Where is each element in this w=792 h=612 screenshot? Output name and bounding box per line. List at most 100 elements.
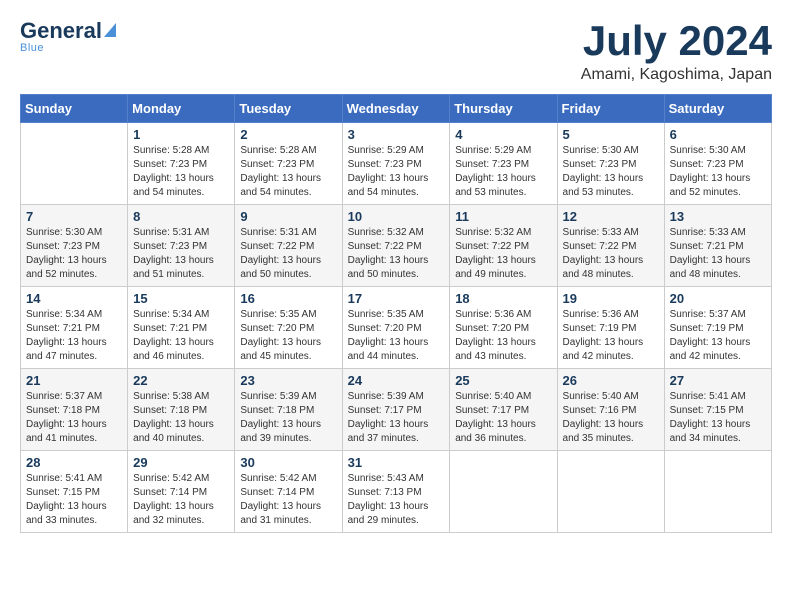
logo-arrow-icon: [104, 23, 116, 37]
table-row: 25 Sunrise: 5:40 AMSunset: 7:17 PMDayligh…: [450, 369, 557, 451]
day-info: Sunrise: 5:30 AMSunset: 7:23 PMDaylight:…: [26, 226, 122, 282]
table-row: 21 Sunrise: 5:37 AMSunset: 7:18 PMDayligh…: [21, 369, 128, 451]
day-info: Sunrise: 5:39 AMSunset: 7:17 PMDaylight:…: [348, 390, 445, 446]
day-info: Sunrise: 5:30 AMSunset: 7:23 PMDaylight:…: [670, 144, 766, 200]
day-number: 21: [26, 373, 122, 388]
day-number: 28: [26, 455, 122, 470]
table-row: 15 Sunrise: 5:34 AMSunset: 7:21 PMDayligh…: [128, 287, 235, 369]
day-number: 24: [348, 373, 445, 388]
day-info: Sunrise: 5:42 AMSunset: 7:14 PMDaylight:…: [240, 472, 336, 528]
day-info: Sunrise: 5:37 AMSunset: 7:19 PMDaylight:…: [670, 308, 766, 364]
day-number: 15: [133, 291, 229, 306]
col-friday: Friday: [557, 95, 664, 123]
table-row: 24 Sunrise: 5:39 AMSunset: 7:17 PMDayligh…: [342, 369, 450, 451]
table-row: 17 Sunrise: 5:35 AMSunset: 7:20 PMDayligh…: [342, 287, 450, 369]
day-number: 26: [563, 373, 659, 388]
title-block: July 2024 Amami, Kagoshima, Japan: [581, 20, 772, 84]
logo-text-blue: Blue: [20, 42, 44, 54]
day-info: Sunrise: 5:36 AMSunset: 7:20 PMDaylight:…: [455, 308, 551, 364]
table-row: 16 Sunrise: 5:35 AMSunset: 7:20 PMDayligh…: [235, 287, 342, 369]
day-info: Sunrise: 5:41 AMSunset: 7:15 PMDaylight:…: [670, 390, 766, 446]
day-info: Sunrise: 5:40 AMSunset: 7:17 PMDaylight:…: [455, 390, 551, 446]
day-info: Sunrise: 5:31 AMSunset: 7:22 PMDaylight:…: [240, 226, 336, 282]
table-row: 27 Sunrise: 5:41 AMSunset: 7:15 PMDayligh…: [664, 369, 771, 451]
table-row: 29 Sunrise: 5:42 AMSunset: 7:14 PMDayligh…: [128, 451, 235, 533]
day-info: Sunrise: 5:34 AMSunset: 7:21 PMDaylight:…: [133, 308, 229, 364]
calendar-week-row: 14 Sunrise: 5:34 AMSunset: 7:21 PMDayligh…: [21, 287, 772, 369]
day-number: 8: [133, 209, 229, 224]
col-wednesday: Wednesday: [342, 95, 450, 123]
day-number: 10: [348, 209, 445, 224]
day-number: 16: [240, 291, 336, 306]
table-row: 5Sunrise: 5:30 AMSunset: 7:23 PMDaylight…: [557, 123, 664, 205]
day-number: 2: [240, 127, 336, 142]
calendar-week-row: 7 Sunrise: 5:30 AMSunset: 7:23 PMDaylight…: [21, 205, 772, 287]
day-number: 3: [348, 127, 445, 142]
table-row: 11 Sunrise: 5:32 AMSunset: 7:22 PMDayligh…: [450, 205, 557, 287]
col-tuesday: Tuesday: [235, 95, 342, 123]
day-number: 25: [455, 373, 551, 388]
day-info: Sunrise: 5:29 AMSunset: 7:23 PMDaylight:…: [348, 144, 445, 200]
day-number: 23: [240, 373, 336, 388]
col-sunday: Sunday: [21, 95, 128, 123]
page-header: General Blue July 2024 Amami, Kagoshima,…: [20, 20, 772, 84]
day-info: Sunrise: 5:30 AMSunset: 7:23 PMDaylight:…: [563, 144, 659, 200]
table-row: 9 Sunrise: 5:31 AMSunset: 7:22 PMDaylight…: [235, 205, 342, 287]
table-row: 14Sunrise: 5:34 AMSunset: 7:21 PMDayligh…: [21, 287, 128, 369]
table-row: 20 Sunrise: 5:37 AMSunset: 7:19 PMDayligh…: [664, 287, 771, 369]
day-info: Sunrise: 5:32 AMSunset: 7:22 PMDaylight:…: [348, 226, 445, 282]
day-info: Sunrise: 5:37 AMSunset: 7:18 PMDaylight:…: [26, 390, 122, 446]
day-number: 11: [455, 209, 551, 224]
calendar-week-row: 1 Sunrise: 5:28 AMSunset: 7:23 PMDaylight…: [21, 123, 772, 205]
day-info: Sunrise: 5:28 AMSunset: 7:23 PMDaylight:…: [240, 144, 336, 200]
table-row: 2 Sunrise: 5:28 AMSunset: 7:23 PMDaylight…: [235, 123, 342, 205]
day-info: Sunrise: 5:42 AMSunset: 7:14 PMDaylight:…: [133, 472, 229, 528]
day-number: 18: [455, 291, 551, 306]
day-number: 14: [26, 291, 122, 306]
day-info: Sunrise: 5:29 AMSunset: 7:23 PMDaylight:…: [455, 144, 551, 200]
table-row: 3 Sunrise: 5:29 AMSunset: 7:23 PMDaylight…: [342, 123, 450, 205]
table-row: 6Sunrise: 5:30 AMSunset: 7:23 PMDaylight…: [664, 123, 771, 205]
table-row: 18 Sunrise: 5:36 AMSunset: 7:20 PMDayligh…: [450, 287, 557, 369]
day-number: 19: [563, 291, 659, 306]
day-number: 20: [670, 291, 766, 306]
day-info: Sunrise: 5:43 AMSunset: 7:13 PMDaylight:…: [348, 472, 445, 528]
col-saturday: Saturday: [664, 95, 771, 123]
calendar-week-row: 21 Sunrise: 5:37 AMSunset: 7:18 PMDayligh…: [21, 369, 772, 451]
table-row: 1 Sunrise: 5:28 AMSunset: 7:23 PMDaylight…: [128, 123, 235, 205]
table-row: 13Sunrise: 5:33 AMSunset: 7:21 PMDayligh…: [664, 205, 771, 287]
logo-text-general: General: [20, 20, 102, 42]
day-number: 13: [670, 209, 766, 224]
table-row: [664, 451, 771, 533]
day-info: Sunrise: 5:41 AMSunset: 7:15 PMDaylight:…: [26, 472, 122, 528]
location-title: Amami, Kagoshima, Japan: [581, 66, 772, 84]
logo: General Blue: [20, 20, 116, 54]
day-number: 27: [670, 373, 766, 388]
day-number: 1: [133, 127, 229, 142]
table-row: [450, 451, 557, 533]
day-number: 7: [26, 209, 122, 224]
table-row: 30 Sunrise: 5:42 AMSunset: 7:14 PMDayligh…: [235, 451, 342, 533]
table-row: 7 Sunrise: 5:30 AMSunset: 7:23 PMDaylight…: [21, 205, 128, 287]
day-number: 29: [133, 455, 229, 470]
calendar-table: Sunday Monday Tuesday Wednesday Thursday…: [20, 94, 772, 533]
table-row: 28 Sunrise: 5:41 AMSunset: 7:15 PMDayligh…: [21, 451, 128, 533]
col-thursday: Thursday: [450, 95, 557, 123]
table-row: [557, 451, 664, 533]
day-info: Sunrise: 5:39 AMSunset: 7:18 PMDaylight:…: [240, 390, 336, 446]
table-row: 22Sunrise: 5:38 AMSunset: 7:18 PMDayligh…: [128, 369, 235, 451]
day-info: Sunrise: 5:32 AMSunset: 7:22 PMDaylight:…: [455, 226, 551, 282]
month-title: July 2024: [581, 20, 772, 62]
day-info: Sunrise: 5:33 AMSunset: 7:22 PMDaylight:…: [563, 226, 659, 282]
day-number: 12: [563, 209, 659, 224]
day-info: Sunrise: 5:35 AMSunset: 7:20 PMDaylight:…: [348, 308, 445, 364]
day-number: 30: [240, 455, 336, 470]
table-row: 4Sunrise: 5:29 AMSunset: 7:23 PMDaylight…: [450, 123, 557, 205]
day-number: 17: [348, 291, 445, 306]
day-info: Sunrise: 5:31 AMSunset: 7:23 PMDaylight:…: [133, 226, 229, 282]
day-number: 22: [133, 373, 229, 388]
day-info: Sunrise: 5:36 AMSunset: 7:19 PMDaylight:…: [563, 308, 659, 364]
day-number: 9: [240, 209, 336, 224]
day-info: Sunrise: 5:35 AMSunset: 7:20 PMDaylight:…: [240, 308, 336, 364]
day-info: Sunrise: 5:28 AMSunset: 7:23 PMDaylight:…: [133, 144, 229, 200]
